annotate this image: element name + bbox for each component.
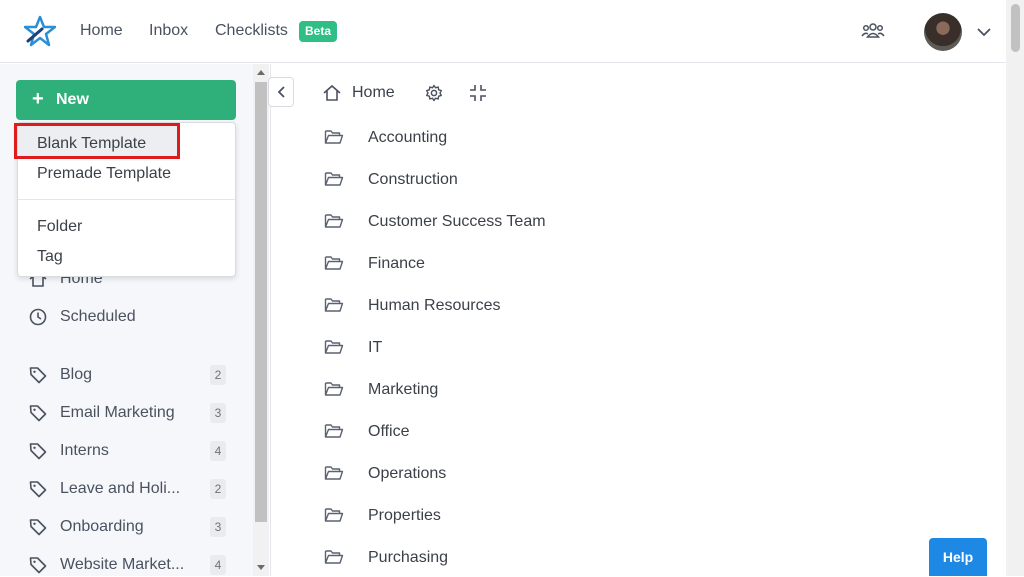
sidebar-tag-item[interactable]: Website Market... 4 [28,553,238,577]
folder-row[interactable]: Marketing [324,378,924,402]
main-divider [270,64,271,576]
folder-name: Operations [368,465,447,482]
sidebar-tag-label: Onboarding [60,518,144,535]
sidebar-item-label: Scheduled [60,308,136,325]
nav-checklists[interactable]: Checklists [215,22,288,40]
tag-count-badge: 4 [210,555,226,575]
collapse-sidebar-button[interactable] [268,77,294,107]
tag-icon [29,405,47,422]
gear-icon[interactable] [424,83,444,103]
folder-name: IT [368,339,383,356]
tag-count-badge: 3 [210,403,226,423]
folder-open-icon [324,424,344,438]
folder-name: Finance [368,255,425,272]
sidebar-tag-item[interactable]: Leave and Holi... 2 [28,477,238,501]
dropdown-divider [18,199,235,200]
tag-count-badge: 4 [210,441,226,461]
folder-open-icon [324,214,344,228]
sidebar-tag-label: Email Marketing [60,404,175,421]
help-button[interactable]: Help [929,538,987,576]
plus-icon: + [32,88,44,110]
folder-name: Customer Success Team [368,213,546,230]
folder-name: Office [368,423,410,440]
folder-name: Marketing [368,381,439,398]
clock-icon [29,308,47,326]
sidebar-tag-item[interactable]: Blog 2 [28,363,238,387]
folder-name: Properties [368,507,441,524]
folder-open-icon [324,508,344,522]
folder-row[interactable]: Properties [324,504,924,528]
tag-count-badge: 2 [210,479,226,499]
compress-icon[interactable] [468,83,488,103]
breadcrumb-home[interactable]: Home [352,84,395,102]
beta-badge: Beta [299,21,338,42]
tag-icon [29,443,47,460]
folder-open-icon [324,550,344,564]
folder-open-icon [324,256,344,270]
folder-row[interactable]: Customer Success Team [324,210,924,234]
sidebar-tag-item[interactable]: Interns 4 [28,439,238,463]
folder-name: Accounting [368,129,448,146]
folder-open-icon [324,298,344,312]
sidebar-tag-item[interactable]: Onboarding 3 [28,515,238,539]
sidebar-tag-label: Website Market... [60,556,185,573]
tag-icon [29,557,47,574]
folder-row[interactable]: Construction [324,168,924,192]
tag-count-badge: 3 [210,517,226,537]
home-icon[interactable] [322,83,342,103]
folder-row[interactable]: Purchasing [324,546,924,570]
chevron-left-icon [277,86,285,98]
folder-name: Construction [368,171,458,188]
tag-count-badge: 2 [210,365,226,385]
new-button-label: New [56,91,89,108]
sidebar-item-scheduled[interactable]: Scheduled [28,305,238,329]
folder-open-icon [324,382,344,396]
page-scrollbar[interactable] [1006,0,1024,576]
folder-row[interactable]: Finance [324,252,924,276]
star-logo-icon[interactable] [24,15,56,47]
tag-icon [29,519,47,536]
menu-item-premade-template[interactable]: Premade Template [37,165,171,183]
nav-home[interactable]: Home [80,22,123,40]
folder-open-icon [324,340,344,354]
new-button[interactable]: + New [16,80,236,120]
folder-row[interactable]: IT [324,336,924,360]
folder-name: Purchasing [368,549,449,566]
sidebar-tag-label: Interns [60,442,109,459]
menu-item-folder[interactable]: Folder [37,218,82,236]
user-avatar[interactable] [924,13,962,51]
folder-row[interactable]: Office [324,420,924,444]
nav-inbox[interactable]: Inbox [149,22,188,40]
folder-name: Human Resources [368,297,501,314]
sidebar-scrollbar[interactable] [253,64,269,576]
tag-icon [29,367,47,384]
sidebar-tag-label: Blog [60,366,93,383]
folder-row[interactable]: Human Resources [324,294,924,318]
folder-open-icon [324,466,344,480]
folder-row[interactable]: Operations [324,462,924,486]
menu-item-tag[interactable]: Tag [37,248,63,266]
top-bar: Home Inbox Checklists Beta [0,0,1006,63]
sidebar-tag-label: Leave and Holi... [60,480,181,497]
team-icon[interactable] [861,21,885,41]
chevron-down-icon[interactable] [976,24,992,40]
sidebar-tag-item[interactable]: Email Marketing 3 [28,401,238,425]
menu-item-blank-template[interactable]: Blank Template [37,135,146,153]
folder-row[interactable]: Accounting [324,126,924,150]
tag-icon [29,481,47,498]
folder-open-icon [324,130,344,144]
folder-open-icon [324,172,344,186]
